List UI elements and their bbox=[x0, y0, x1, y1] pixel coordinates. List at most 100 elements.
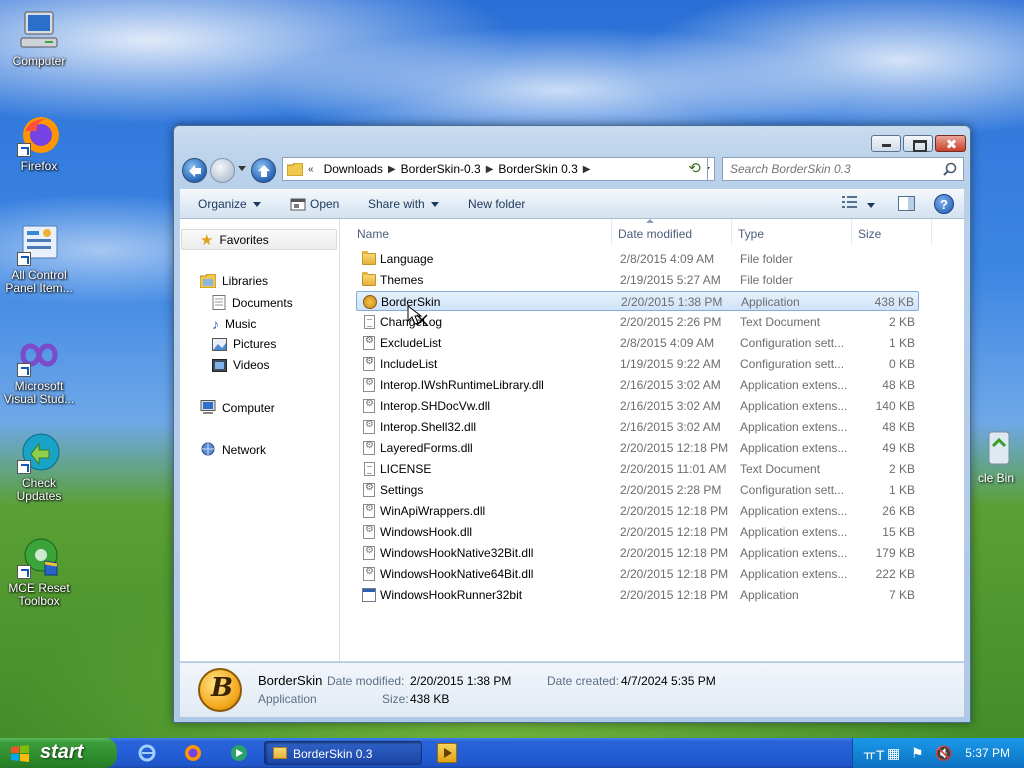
column-date-modified[interactable]: Date modified bbox=[618, 227, 692, 241]
up-button[interactable] bbox=[251, 158, 276, 183]
chevron-down-icon[interactable] bbox=[867, 203, 876, 209]
file-row[interactable]: WindowsHookNative64Bit.dll 2/20/2015 12:1… bbox=[356, 564, 919, 584]
breadcrumb-borderskin-0-3-folder[interactable]: BorderSkin 0.3 bbox=[493, 162, 582, 176]
nav-videos[interactable]: Videos bbox=[212, 358, 269, 372]
network-tray-icon[interactable]: ▦ bbox=[887, 745, 900, 762]
desktop-icon-firefox[interactable]: Firefox bbox=[0, 113, 78, 173]
file-row[interactable]: WindowsHookNative32Bit.dll 2/20/2015 12:1… bbox=[356, 543, 919, 563]
maximize-button[interactable] bbox=[903, 135, 933, 152]
file-row[interactable]: LayeredForms.dll 2/20/2015 12:18 PM Applic… bbox=[356, 438, 919, 458]
column-divider[interactable] bbox=[611, 219, 612, 245]
internet-explorer-icon[interactable] bbox=[138, 744, 156, 762]
column-divider[interactable] bbox=[731, 219, 732, 245]
change-view-button[interactable] bbox=[842, 195, 876, 212]
file-row[interactable]: Language 2/8/2015 4:09 AM File folder bbox=[356, 249, 919, 269]
file-row[interactable]: ChangeLog 2/20/2015 2:26 PM Text Document 2… bbox=[356, 312, 919, 332]
file-row[interactable]: Interop.SHDocVw.dll 2/16/2015 3:02 AM Appl… bbox=[356, 396, 919, 416]
minimize-button[interactable] bbox=[871, 135, 901, 152]
mce-reset-icon bbox=[17, 535, 61, 579]
new-folder-button[interactable]: New folder bbox=[468, 197, 525, 211]
chevron-right-icon[interactable]: ▶ bbox=[388, 164, 396, 175]
file-row[interactable]: ExcludeList 2/8/2015 4:09 AM Configuration… bbox=[356, 333, 919, 353]
back-button[interactable] bbox=[182, 158, 207, 183]
desktop-icon-check-updates[interactable]: Check Updates bbox=[0, 430, 78, 503]
borderskin-app-icon: B bbox=[198, 668, 242, 712]
desktop-icon-visual-studio[interactable]: Microsoft Visual Stud... bbox=[0, 333, 78, 406]
control-panel-icon bbox=[17, 222, 61, 266]
explorer-window: « Downloads ▶ BorderSkin-0.3 ▶ BorderSki… bbox=[173, 125, 971, 723]
file-type: Text Document bbox=[740, 315, 821, 329]
windows-media-player-icon[interactable] bbox=[230, 744, 248, 762]
open-button[interactable]: Open bbox=[310, 197, 339, 211]
forward-button[interactable] bbox=[210, 158, 235, 183]
start-button[interactable]: start bbox=[0, 738, 117, 768]
file-row[interactable]: Interop.IWshRuntimeLibrary.dll 2/16/2015 … bbox=[356, 375, 919, 395]
file-name: WinApiWrappers.dll bbox=[380, 504, 486, 518]
file-row[interactable]: BorderSkin 2/20/2015 1:38 PM Application 43… bbox=[356, 291, 919, 311]
help-button[interactable]: ? bbox=[934, 194, 954, 214]
share-with-button[interactable]: Share with bbox=[368, 197, 439, 211]
column-divider[interactable] bbox=[851, 219, 852, 245]
taskbar-item-media[interactable] bbox=[437, 743, 457, 763]
nav-pictures[interactable]: Pictures bbox=[212, 337, 276, 351]
breadcrumb-borderskin-0-3[interactable]: BorderSkin-0.3 bbox=[396, 162, 486, 176]
firefox-icon[interactable] bbox=[184, 744, 202, 762]
file-type: Configuration sett... bbox=[740, 357, 845, 371]
taskbar-item-borderskin[interactable]: BorderSkin 0.3 bbox=[264, 741, 422, 765]
network-icon bbox=[201, 442, 215, 456]
nav-documents[interactable]: Documents bbox=[212, 295, 293, 310]
preview-pane-icon[interactable] bbox=[898, 196, 915, 211]
file-type: Text Document bbox=[740, 462, 821, 476]
recent-pages-dropdown[interactable] bbox=[238, 166, 246, 171]
clock[interactable]: 5:37 PM bbox=[965, 746, 1010, 760]
file-row[interactable]: WindowsHook.dll 2/20/2015 12:18 PM Applica… bbox=[356, 522, 919, 542]
file-row[interactable]: IncludeList 1/19/2015 9:22 AM Configuratio… bbox=[356, 354, 919, 374]
explorer-content: ★ Favorites Libraries Documents ♪ Music … bbox=[180, 219, 964, 662]
column-type[interactable]: Type bbox=[738, 227, 764, 241]
address-bar[interactable]: « Downloads ▶ BorderSkin-0.3 ▶ BorderSki… bbox=[282, 157, 715, 181]
desktop-icon-label: Check Updates bbox=[16, 476, 62, 503]
nav-computer[interactable]: Computer bbox=[200, 400, 275, 415]
column-divider[interactable] bbox=[931, 219, 932, 245]
desktop-icon-control-panel[interactable]: All Control Panel Item... bbox=[0, 222, 78, 295]
search-icon[interactable] bbox=[943, 162, 957, 176]
file-date-modified: 2/20/2015 2:26 PM bbox=[620, 315, 722, 329]
nav-libraries[interactable]: Libraries bbox=[200, 274, 268, 288]
file-size: 140 KB bbox=[875, 399, 915, 413]
desktop-icon-recycle-bin[interactable]: cle Bin bbox=[968, 428, 1024, 485]
chevron-right-icon[interactable]: ▶ bbox=[486, 164, 494, 175]
search-box[interactable] bbox=[722, 157, 964, 181]
details-file-type: Application bbox=[258, 692, 317, 706]
file-row[interactable]: WindowsHookRunner32bit 2/20/2015 12:18 PM… bbox=[356, 585, 919, 605]
breadcrumb-downloads[interactable]: Downloads bbox=[319, 162, 388, 176]
volume-muted-icon[interactable]: 🔇 bbox=[935, 745, 952, 762]
file-date-modified: 2/20/2015 2:28 PM bbox=[620, 483, 722, 497]
breadcrumb-overflow[interactable]: « bbox=[303, 164, 319, 175]
dll-file-icon bbox=[363, 398, 375, 413]
nav-favorites[interactable]: ★ Favorites bbox=[181, 229, 337, 250]
file-row[interactable]: Themes 2/19/2015 5:27 AM File folder bbox=[356, 270, 919, 290]
desktop-icon-mce-reset[interactable]: MCE Reset Toolbox bbox=[0, 535, 78, 608]
desktop-icon-computer[interactable]: Computer bbox=[0, 8, 78, 68]
file-row[interactable]: WinApiWrappers.dll 2/20/2015 12:18 PM Appl… bbox=[356, 501, 919, 521]
column-size[interactable]: Size bbox=[858, 227, 881, 241]
chevron-right-icon[interactable]: ▶ bbox=[583, 164, 591, 175]
nav-music[interactable]: ♪ Music bbox=[212, 316, 256, 332]
nav-network[interactable]: Network bbox=[200, 442, 266, 457]
organize-button[interactable]: Organize bbox=[198, 197, 261, 211]
close-button[interactable] bbox=[935, 135, 966, 152]
column-name[interactable]: Name bbox=[357, 227, 389, 241]
navigation-pane: ★ Favorites Libraries Documents ♪ Music … bbox=[180, 219, 340, 661]
search-input[interactable] bbox=[723, 158, 933, 180]
action-center-icon[interactable]: ⚑ bbox=[911, 745, 924, 762]
file-size: 222 KB bbox=[875, 567, 915, 581]
file-row[interactable]: Interop.Shell32.dll 2/16/2015 3:02 AM Appl… bbox=[356, 417, 919, 437]
refresh-button[interactable]: ⟲ bbox=[682, 157, 708, 181]
documents-icon bbox=[212, 295, 226, 310]
command-bar: Organize Open Share with New folder ? bbox=[180, 189, 964, 219]
file-row[interactable]: LICENSE 2/20/2015 11:01 AM Text Document 2 … bbox=[356, 459, 919, 479]
file-date-modified: 2/20/2015 12:18 PM bbox=[620, 546, 729, 560]
file-row[interactable]: Settings 2/20/2015 2:28 PM Configuration s… bbox=[356, 480, 919, 500]
language-icon[interactable]: ㅠT bbox=[863, 745, 884, 765]
file-date-modified: 2/16/2015 3:02 AM bbox=[620, 399, 721, 413]
